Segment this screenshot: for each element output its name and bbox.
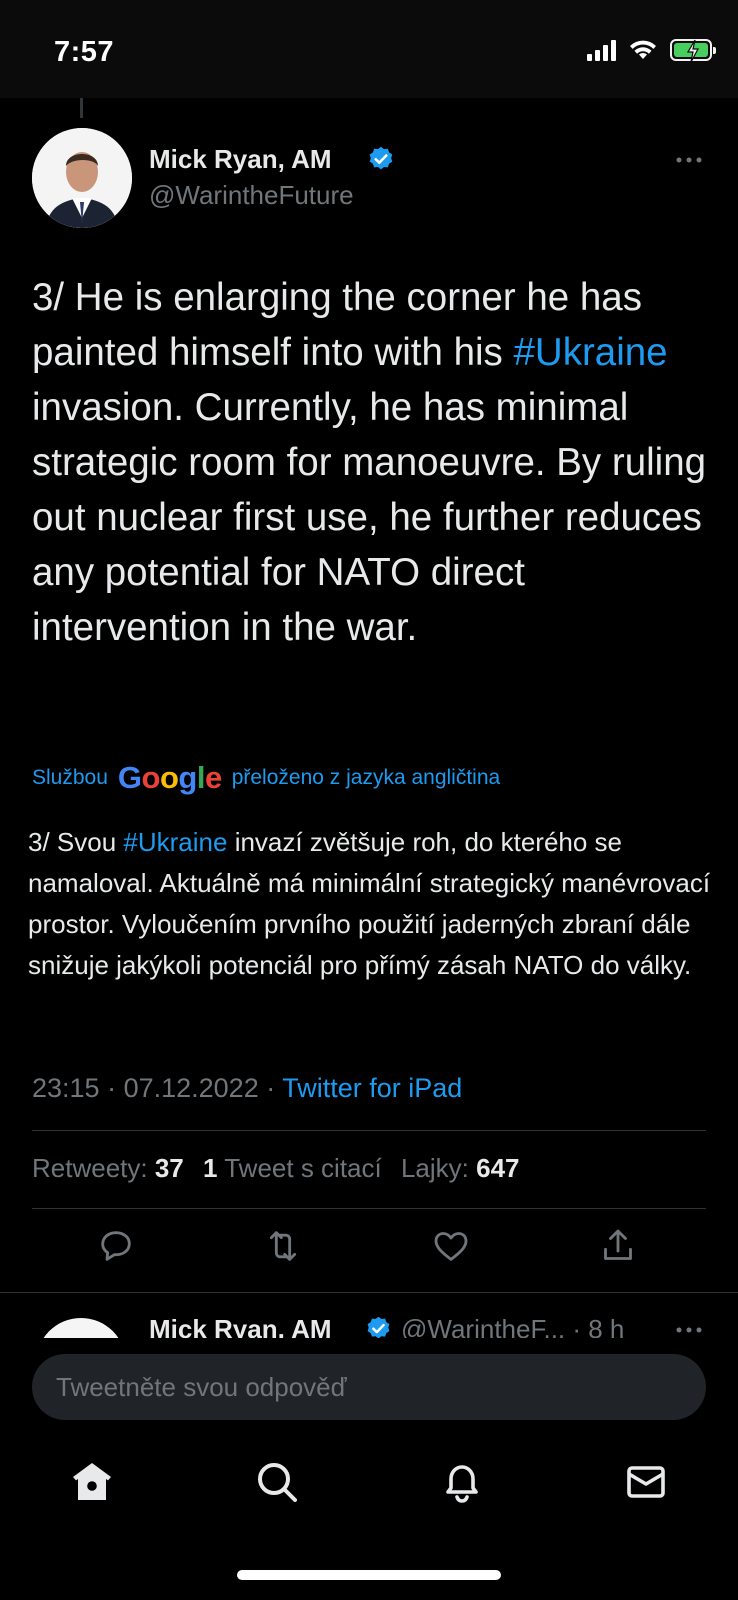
search-icon[interactable] bbox=[253, 1458, 301, 1506]
verified-badge-icon bbox=[369, 146, 393, 170]
share-icon[interactable] bbox=[598, 1226, 638, 1266]
likes-count: 647 bbox=[476, 1153, 520, 1183]
retweets-count: 37 bbox=[154, 1153, 184, 1183]
status-bar: 7:57 bbox=[0, 0, 738, 98]
like-icon[interactable] bbox=[431, 1226, 471, 1266]
tweet-actions bbox=[0, 1226, 738, 1276]
wifi-icon bbox=[630, 40, 656, 59]
google-logo: Google bbox=[117, 760, 222, 795]
translated-text: 3/ Svou #Ukraine invazí zvětšuje roh, do… bbox=[28, 822, 718, 986]
status-icons bbox=[587, 38, 716, 63]
messages-icon[interactable] bbox=[622, 1458, 670, 1506]
likes-label: Lajky: bbox=[400, 1153, 469, 1183]
meta-separator-2: · bbox=[258, 1073, 283, 1103]
divider bbox=[32, 1208, 706, 1209]
battery-charging-icon bbox=[670, 39, 716, 63]
next-tweet-avatar[interactable] bbox=[36, 1318, 126, 1338]
home-icon[interactable] bbox=[68, 1458, 116, 1506]
bottom-area bbox=[0, 1338, 738, 1600]
translation-notice-prefix: Službou bbox=[32, 766, 108, 789]
cellular-signal-icon bbox=[587, 39, 616, 61]
translation-notice-suffix: přeloženo z jazyka angličtina bbox=[231, 766, 501, 789]
translated-hashtag-link[interactable]: #Ukraine bbox=[123, 827, 227, 857]
tweet-meta: 23:15 · 07.12.2022 · Twitter for iPad bbox=[32, 1073, 462, 1104]
quotes-count: 1 bbox=[203, 1153, 218, 1183]
author-handle[interactable]: @WarintheFuture bbox=[149, 180, 354, 211]
translated-text-before: 3/ Svou bbox=[28, 827, 124, 857]
more-options-icon[interactable] bbox=[674, 1320, 704, 1338]
tweet-date: 07.12.2022 bbox=[123, 1073, 259, 1103]
retweets-stat[interactable]: Retweety: 37 bbox=[32, 1153, 184, 1183]
author-avatar[interactable] bbox=[32, 128, 132, 228]
more-options-icon[interactable] bbox=[674, 150, 704, 170]
translation-notice[interactable]: Službou Google přeloženo z jazyka anglič… bbox=[32, 760, 500, 796]
next-tweet-handle-time[interactable]: @WarintheF... · 8 h bbox=[401, 1314, 624, 1338]
next-tweet-preview[interactable]: Mick Ryan, AM @WarintheF... · 8 h bbox=[0, 1290, 738, 1338]
notifications-icon[interactable] bbox=[438, 1458, 486, 1506]
tweet-stats: Retweety: 37 1 Tweet s citací Lajky: 647 bbox=[32, 1153, 520, 1184]
tweet-text-after: invasion. Currently, he has minimal stra… bbox=[32, 386, 707, 649]
tweet-text: 3/ He is enlarging the corner he has pai… bbox=[32, 270, 722, 655]
quotes-stat[interactable]: 1 Tweet s citací bbox=[203, 1153, 382, 1183]
next-tweet-author-name[interactable]: Mick Ryan, AM bbox=[149, 1314, 332, 1338]
status-time: 7:57 bbox=[54, 36, 115, 68]
tweet-detail-screen: 7:57 Mick Ryan, AM @WarintheFuture 3/ He… bbox=[0, 0, 738, 1600]
tab-bar bbox=[0, 1458, 738, 1518]
quotes-label: Tweet s citací bbox=[224, 1153, 382, 1183]
likes-stat[interactable]: Lajky: 647 bbox=[401, 1153, 520, 1183]
retweets-label: Retweety: bbox=[32, 1153, 148, 1183]
home-indicator[interactable] bbox=[237, 1570, 501, 1580]
divider bbox=[32, 1130, 706, 1131]
thread-connector-line bbox=[80, 98, 83, 118]
tweet-time: 23:15 bbox=[32, 1073, 100, 1103]
retweet-icon[interactable] bbox=[263, 1226, 303, 1266]
verified-badge-icon bbox=[367, 1316, 390, 1338]
author-name[interactable]: Mick Ryan, AM bbox=[149, 144, 332, 175]
reply-icon[interactable] bbox=[96, 1226, 136, 1266]
reply-input[interactable] bbox=[32, 1354, 706, 1420]
tweet-source-link[interactable]: Twitter for iPad bbox=[282, 1073, 462, 1103]
hashtag-link[interactable]: #Ukraine bbox=[514, 331, 668, 374]
meta-separator: · bbox=[99, 1073, 124, 1103]
